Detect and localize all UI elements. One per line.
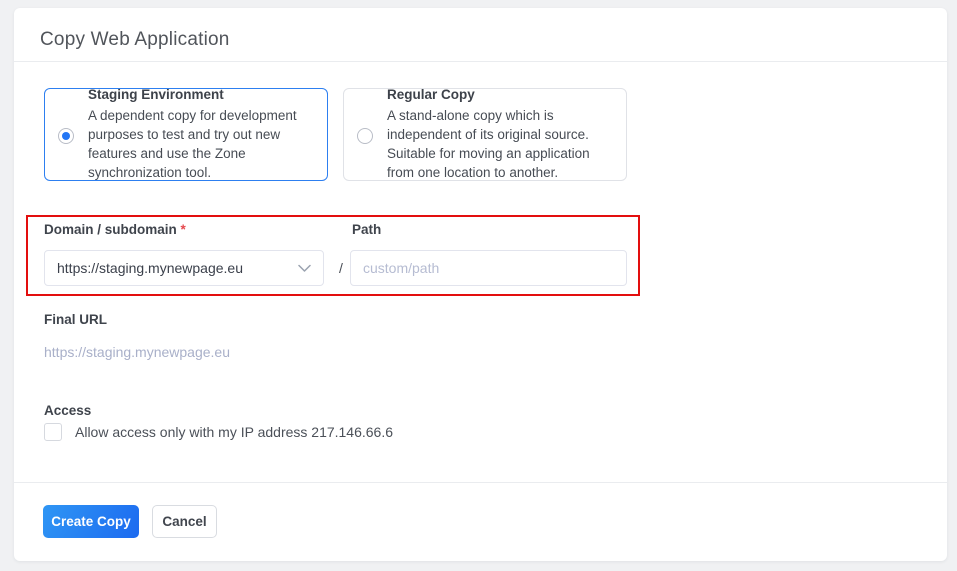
- access-label: Access: [44, 403, 91, 418]
- chevron-down-icon: [298, 260, 311, 276]
- regular-copy-option-description: A stand-alone copy which is independent …: [387, 106, 614, 183]
- url-slash-separator: /: [332, 250, 350, 286]
- regular-copy-option-text: Regular Copy A stand-alone copy which is…: [387, 87, 614, 183]
- create-copy-button[interactable]: Create Copy: [43, 505, 139, 538]
- domain-subdomain-label-text: Domain / subdomain: [44, 222, 177, 237]
- ip-access-checkbox-row[interactable]: Allow access only with my IP address 217…: [44, 423, 393, 441]
- required-asterisk: *: [181, 222, 186, 237]
- header-divider: [14, 61, 947, 62]
- domain-subdomain-label: Domain / subdomain *: [44, 222, 186, 237]
- footer-divider: [14, 482, 947, 483]
- path-label: Path: [352, 222, 381, 237]
- domain-select-value: https://staging.mynewpage.eu: [57, 260, 243, 276]
- staging-option-description: A dependent copy for development purpose…: [88, 106, 315, 183]
- page-title: Copy Web Application: [40, 29, 230, 51]
- regular-copy-radio[interactable]: [357, 128, 373, 144]
- final-url-value: https://staging.mynewpage.eu: [44, 344, 230, 360]
- option-regular-copy[interactable]: Regular Copy A stand-alone copy which is…: [343, 88, 627, 181]
- ip-access-checkbox-label: Allow access only with my IP address 217…: [75, 424, 393, 440]
- staging-option-text: Staging Environment A dependent copy for…: [88, 87, 315, 183]
- cancel-button[interactable]: Cancel: [152, 505, 217, 538]
- ip-access-checkbox[interactable]: [44, 423, 62, 441]
- domain-select[interactable]: https://staging.mynewpage.eu: [44, 250, 324, 286]
- regular-copy-option-title: Regular Copy: [387, 87, 614, 102]
- path-input[interactable]: [350, 250, 627, 286]
- staging-option-title: Staging Environment: [88, 87, 315, 102]
- final-url-label: Final URL: [44, 312, 107, 327]
- option-staging-environment[interactable]: Staging Environment A dependent copy for…: [44, 88, 328, 181]
- staging-radio[interactable]: [58, 128, 74, 144]
- copy-web-application-dialog: Copy Web Application Staging Environment…: [14, 8, 947, 561]
